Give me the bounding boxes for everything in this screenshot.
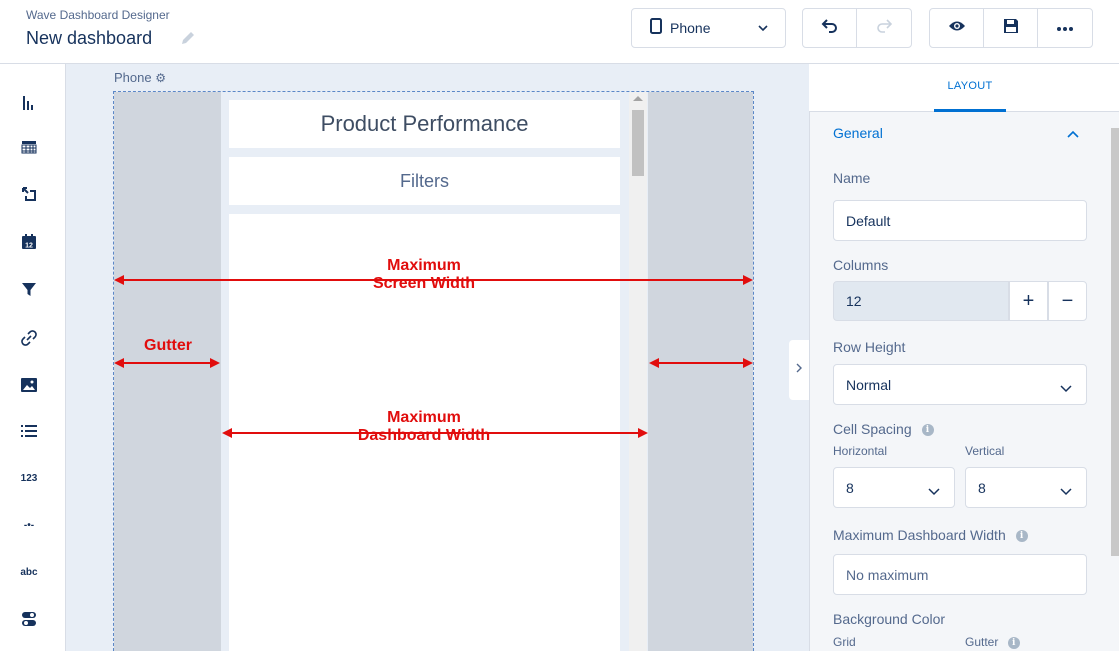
row-height-label: Row Height <box>833 339 906 355</box>
info-icon[interactable]: i <box>1007 636 1020 649</box>
annotation-line: Maximum <box>387 409 461 426</box>
columns-increment-button[interactable]: + <box>1009 281 1048 321</box>
widget-tool-rail: 12 123 -•- abc <box>0 64 66 651</box>
chevron-down-icon <box>1060 483 1072 499</box>
panel-toggle-button[interactable] <box>789 340 809 400</box>
gutter-color-label-text: Gutter <box>965 635 999 649</box>
cell-spacing-label-text: Cell Spacing <box>833 421 912 437</box>
more-icon <box>1056 19 1074 37</box>
cell-spacing-label: Cell Spacing i <box>833 421 934 437</box>
tab-layout[interactable]: LAYOUT <box>934 80 1006 92</box>
chevron-down-icon <box>928 483 940 499</box>
preview-button[interactable] <box>930 9 984 47</box>
number-icon[interactable]: 123 <box>17 466 41 490</box>
calendar-icon[interactable]: 12 <box>17 230 41 254</box>
annotation-line: Maximum <box>387 257 461 274</box>
device-selector-value: Phone <box>670 20 711 36</box>
horizontal-spacing-value: 8 <box>846 479 854 496</box>
redo-icon <box>875 17 893 40</box>
phone-icon <box>650 17 662 39</box>
list-icon[interactable] <box>17 419 41 443</box>
edit-pencil-icon[interactable] <box>180 30 196 46</box>
max-screen-width-annotation: Maximum Screen Width <box>324 257 524 293</box>
gutter-color-label: Gutter i <box>965 635 1020 649</box>
save-button[interactable] <box>984 9 1038 47</box>
row-height-value: Normal <box>846 376 892 393</box>
panel-scrollbar[interactable] <box>1111 128 1119 556</box>
max-dashboard-width-label-text: Maximum Dashboard Width <box>833 527 1006 543</box>
device-label-text: Phone <box>114 70 152 85</box>
chevron-down-icon <box>1060 380 1072 396</box>
chevron-down-icon <box>757 21 769 39</box>
gear-icon[interactable]: ⚙ <box>155 71 166 85</box>
active-tab-indicator <box>934 109 1006 112</box>
bar-chart-icon[interactable] <box>17 91 41 115</box>
title-widget[interactable]: Product Performance <box>229 100 620 148</box>
vertical-spacing-value: 8 <box>978 479 986 496</box>
action-button-group <box>929 8 1093 48</box>
name-field[interactable]: Default <box>833 200 1087 241</box>
background-color-label: Background Color <box>833 611 946 627</box>
max-dashboard-width-annotation: Maximum Dashboard Width <box>324 409 524 445</box>
range-icon[interactable]: -•- <box>17 513 41 537</box>
max-dashboard-width-label: Maximum Dashboard Width i <box>833 527 1028 543</box>
annotation-line: Dashboard Width <box>357 427 491 444</box>
table-icon[interactable] <box>17 135 41 159</box>
vertical-label: Vertical <box>965 444 1005 458</box>
gutter-annotation: Gutter <box>144 337 192 354</box>
preview-eye-icon <box>948 19 966 38</box>
grid-color-label: Grid <box>833 635 856 649</box>
info-icon[interactable]: i <box>921 424 934 437</box>
gutter-right <box>648 92 753 651</box>
chevron-up-icon[interactable] <box>1066 126 1080 144</box>
horizontal-spacing-select[interactable]: 8 <box>833 467 955 508</box>
app-header: Wave Dashboard Designer New dashboard Ph… <box>0 0 1119 64</box>
chevron-right-icon <box>795 361 803 379</box>
max-dashboard-width-field[interactable]: No maximum <box>833 554 1087 595</box>
pivot-icon[interactable] <box>17 182 41 206</box>
filters-widget[interactable]: Filters <box>229 157 620 205</box>
info-icon[interactable]: i <box>1015 530 1028 543</box>
name-label: Name <box>833 170 871 186</box>
link-icon[interactable] <box>17 326 41 350</box>
row-height-select[interactable]: Normal <box>833 364 1087 405</box>
scroll-up-icon[interactable] <box>633 96 643 101</box>
redo-button[interactable] <box>857 9 911 47</box>
more-options-button[interactable] <box>1038 9 1092 47</box>
app-name: Wave Dashboard Designer <box>26 8 170 22</box>
columns-label: Columns <box>833 257 889 273</box>
columns-decrement-button[interactable]: − <box>1048 281 1087 321</box>
columns-value[interactable]: 12 <box>833 281 1009 321</box>
text-icon[interactable]: abc <box>17 560 41 584</box>
dashboard-title[interactable]: New dashboard <box>26 28 152 49</box>
filter-icon[interactable] <box>17 277 41 301</box>
toggle-icon[interactable] <box>17 607 41 631</box>
undo-icon <box>821 17 839 40</box>
save-disk-icon <box>1002 17 1020 40</box>
horizontal-label: Horizontal <box>833 444 888 458</box>
device-selector[interactable]: Phone <box>631 8 786 48</box>
device-label[interactable]: Phone ⚙ <box>114 70 166 85</box>
calendar-icon-text: 12 <box>25 243 33 250</box>
canvas-scroll-thumb[interactable] <box>632 110 644 176</box>
gutter-left <box>114 92 221 651</box>
vertical-spacing-select[interactable]: 8 <box>965 467 1087 508</box>
section-general-header[interactable]: General <box>833 125 883 141</box>
image-icon[interactable] <box>17 373 41 397</box>
history-button-group <box>802 8 912 48</box>
annotation-line: Screen Width <box>372 275 476 292</box>
undo-button[interactable] <box>803 9 857 47</box>
